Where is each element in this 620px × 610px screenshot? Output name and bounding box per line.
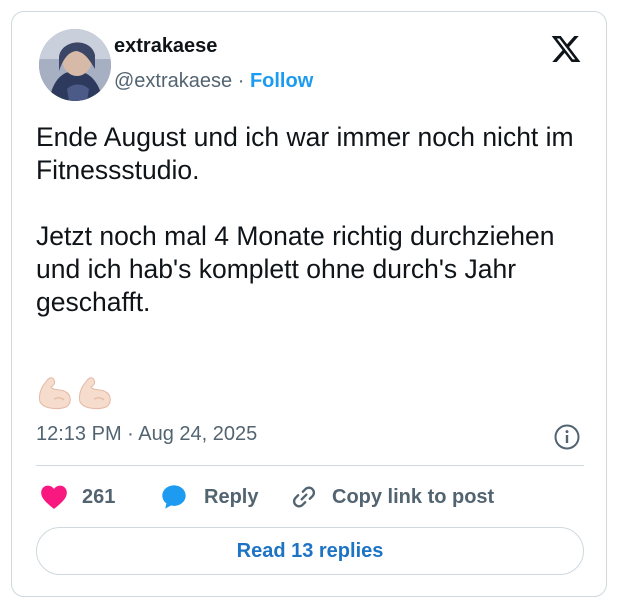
link-icon bbox=[290, 483, 318, 511]
speech-bubble-icon bbox=[160, 483, 188, 511]
follow-button[interactable]: Follow bbox=[250, 70, 313, 92]
tweet-paragraph-2: Jetzt noch mal 4 Monate richtig durchzie… bbox=[36, 221, 555, 317]
tweet-text: Ende August und ich war immer noch nicht… bbox=[36, 121, 596, 319]
tweet-paragraph-1: Ende August und ich war immer noch nicht… bbox=[36, 122, 574, 185]
copy-link-button[interactable]: Copy link to post bbox=[290, 482, 494, 512]
reply-label: Reply bbox=[204, 485, 259, 508]
flexed-biceps-emoji bbox=[39, 377, 71, 410]
tweet-timestamp[interactable]: 12:13 PM · Aug 24, 2025 bbox=[36, 423, 257, 446]
read-replies-button[interactable]: Read 13 replies bbox=[36, 527, 584, 575]
x-logo-icon[interactable] bbox=[550, 33, 582, 65]
like-count: 261 bbox=[82, 485, 116, 508]
author-handle-row: @extrakaese · Follow bbox=[114, 70, 313, 93]
author-display-name[interactable]: extrakaese bbox=[114, 35, 217, 58]
flexed-biceps-emoji bbox=[79, 377, 111, 410]
like-button[interactable]: 261 bbox=[40, 482, 115, 512]
heart-icon bbox=[40, 484, 68, 510]
info-icon[interactable] bbox=[553, 423, 581, 451]
divider bbox=[36, 465, 584, 466]
reply-button[interactable]: Reply bbox=[160, 482, 258, 512]
copy-link-label: Copy link to post bbox=[332, 485, 495, 508]
tweet-card: extrakaese @extrakaese · Follow Ende Aug… bbox=[11, 11, 607, 597]
separator-dot: · bbox=[237, 70, 245, 92]
emoji-row bbox=[36, 372, 116, 410]
author-handle[interactable]: @extrakaese bbox=[114, 70, 232, 92]
avatar[interactable] bbox=[39, 29, 111, 101]
